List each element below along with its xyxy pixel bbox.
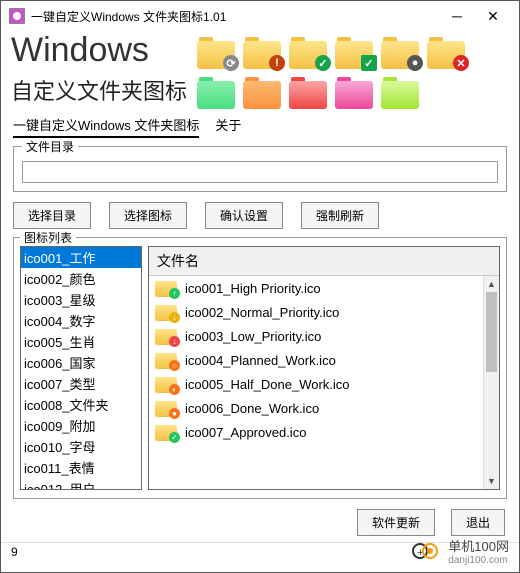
list-item[interactable]: ico010_字母 [21, 436, 141, 457]
list-item[interactable]: ico008_文件夹 [21, 394, 141, 415]
file-icon: ○ [155, 351, 177, 369]
minimize-button[interactable]: ─ [447, 6, 467, 26]
list-item[interactable]: ico003_星级 [21, 289, 141, 310]
directory-panel: 文件目录 [13, 146, 507, 192]
lists-legend: 图标列表 [20, 229, 76, 246]
header-line1: Windows [11, 31, 187, 70]
update-button[interactable]: 软件更新 [357, 509, 435, 536]
file-name: ico007_Approved.ico [185, 425, 306, 440]
scroll-down-icon[interactable]: ▼ [484, 473, 499, 489]
header-line2: 自定义文件夹图标 [11, 74, 187, 106]
choose-icon-button[interactable]: 选择图标 [109, 202, 187, 229]
file-icon: ● [155, 399, 177, 417]
file-column-header[interactable]: 文件名 [149, 247, 499, 276]
list-item[interactable]: ico007_类型 [21, 373, 141, 394]
lists-panel: 图标列表 ico001_工作ico002_颜色ico003_星级ico004_数… [13, 237, 507, 499]
file-header-label: 文件名 [157, 251, 491, 271]
file-row[interactable]: ○ ico004_Planned_Work.ico [149, 348, 483, 372]
list-item[interactable]: ico002_颜色 [21, 268, 141, 289]
tab-about[interactable]: 关于 [215, 115, 241, 138]
folder-icon: ● [381, 35, 421, 69]
file-name: ico006_Done_Work.ico [185, 401, 319, 416]
file-icon: ✓ [155, 423, 177, 441]
tab-bar: 一键自定义Windows 文件夹图标 关于 [1, 109, 519, 144]
window-title: 一键自定义Windows 文件夹图标1.01 [31, 8, 447, 25]
file-icon: ↑ [155, 279, 177, 297]
file-list[interactable]: ↑ ico001_High Priority.ico ↓ ico002_Normal_… [149, 276, 483, 489]
file-list-pane: 文件名 ↑ ico001_High Priority.ico ↓ ico002_Nor… [148, 246, 500, 490]
icon-category-list[interactable]: ico001_工作ico002_颜色ico003_星级ico004_数字ico0… [20, 246, 142, 490]
list-item[interactable]: ico001_工作 [21, 247, 141, 268]
file-row[interactable]: ↓ ico002_Normal_Priority.ico [149, 300, 483, 324]
list-item[interactable]: ico009_附加 [21, 415, 141, 436]
file-name: ico002_Normal_Priority.ico [185, 305, 339, 320]
list-item[interactable]: ico004_数字 [21, 310, 141, 331]
file-row[interactable]: ● ico006_Done_Work.ico [149, 396, 483, 420]
file-row[interactable]: ↑ ico001_High Priority.ico [149, 276, 483, 300]
confirm-button[interactable]: 确认设置 [205, 202, 283, 229]
status-count: 9 [11, 545, 18, 559]
directory-legend: 文件目录 [22, 138, 78, 155]
file-row[interactable]: ✓ ico007_Approved.ico [149, 420, 483, 444]
folder-icon [335, 75, 375, 109]
exit-button[interactable]: 退出 [451, 509, 505, 536]
folder-icon: ✕ [427, 35, 467, 69]
icon-showcase: ⟳ ! ✓ ✓ ● ✕ [197, 31, 509, 109]
list-item[interactable]: ico012_用户 [21, 478, 141, 490]
app-window: 一键自定义Windows 文件夹图标1.01 ─ ✕ Windows 自定义文件… [0, 0, 520, 573]
watermark-logo-icon: + [412, 541, 442, 561]
scroll-up-icon[interactable]: ▲ [484, 276, 499, 292]
list-item[interactable]: ico005_生肖 [21, 331, 141, 352]
file-icon: ◐ [155, 375, 177, 393]
folder-icon [243, 75, 283, 109]
folder-icon [197, 75, 237, 109]
directory-input[interactable] [22, 161, 498, 183]
file-name: ico005_Half_Done_Work.ico [185, 377, 350, 392]
scrollbar[interactable]: ▲ ▼ [483, 276, 499, 489]
choose-dir-button[interactable]: 选择目录 [13, 202, 91, 229]
file-icon: ↓ [155, 327, 177, 345]
folder-icon: ⟳ [197, 35, 237, 69]
file-icon: ↓ [155, 303, 177, 321]
tab-main[interactable]: 一键自定义Windows 文件夹图标 [13, 115, 199, 138]
file-name: ico001_High Priority.ico [185, 281, 321, 296]
folder-icon: ! [243, 35, 283, 69]
scroll-thumb[interactable] [486, 292, 497, 372]
file-name: ico004_Planned_Work.ico [185, 353, 336, 368]
app-icon [9, 8, 25, 24]
watermark: + 单机100网 danji100.com [412, 536, 509, 566]
watermark-text: 单机100网 [448, 536, 509, 555]
list-item[interactable]: ico011_表情 [21, 457, 141, 478]
file-name: ico003_Low_Priority.ico [185, 329, 321, 344]
refresh-button[interactable]: 强制刷新 [301, 202, 379, 229]
folder-icon: ✓ [335, 35, 375, 69]
folder-icon [381, 75, 421, 109]
file-row[interactable]: ↓ ico003_Low_Priority.ico [149, 324, 483, 348]
watermark-url: danji100.com [448, 555, 509, 566]
titlebar: 一键自定义Windows 文件夹图标1.01 ─ ✕ [1, 1, 519, 31]
action-buttons: 选择目录 选择图标 确认设置 强制刷新 [1, 198, 519, 237]
header: Windows 自定义文件夹图标 ⟳ ! ✓ ✓ ● ✕ [1, 31, 519, 109]
folder-icon: ✓ [289, 35, 329, 69]
folder-icon [289, 75, 329, 109]
file-row[interactable]: ◐ ico005_Half_Done_Work.ico [149, 372, 483, 396]
close-button[interactable]: ✕ [483, 6, 503, 26]
list-item[interactable]: ico006_国家 [21, 352, 141, 373]
